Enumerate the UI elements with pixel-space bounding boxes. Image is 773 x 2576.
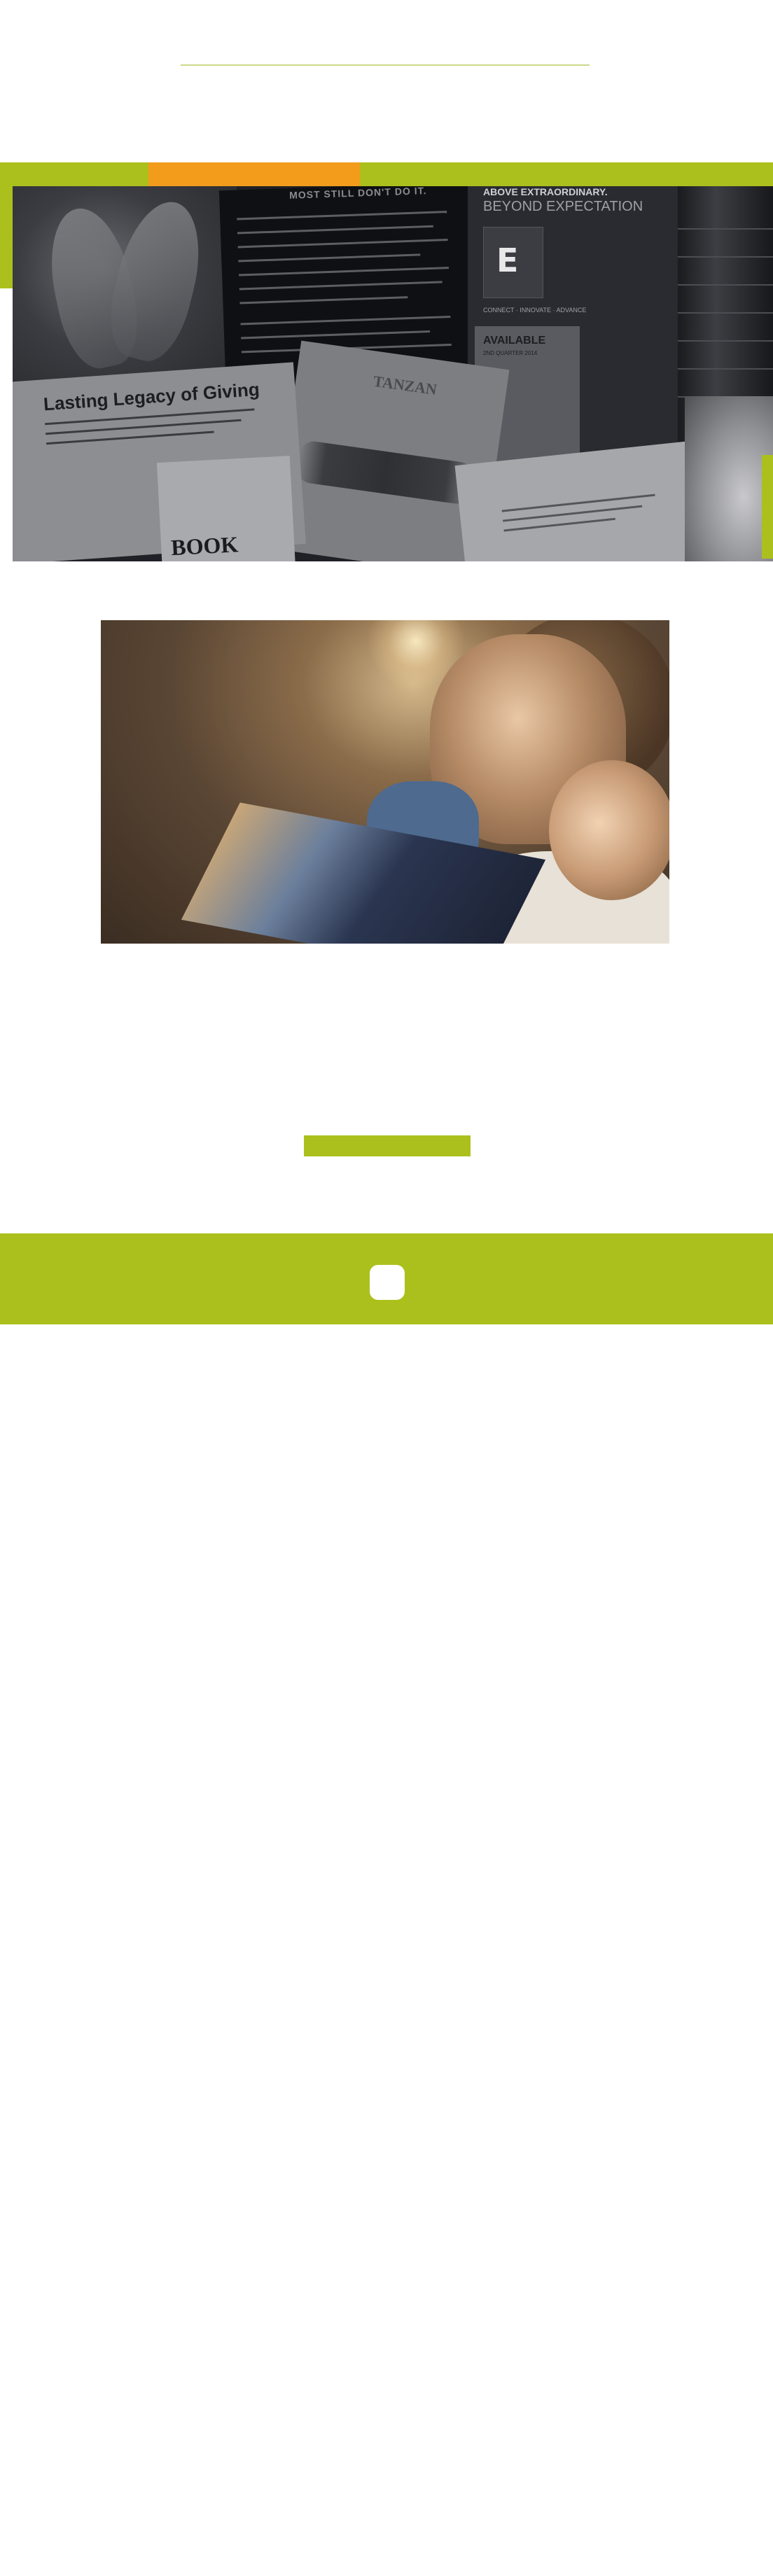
- brochure-tagline: CONNECT · INNOVATE · ADVANCE: [483, 307, 587, 314]
- collage-hands-image: [13, 186, 237, 396]
- right-accent-bar: [762, 455, 773, 559]
- available-label: AVAILABLE: [483, 335, 546, 346]
- tanzania-title: TANZAN: [372, 372, 438, 399]
- collage-book: BOOK: [156, 456, 296, 561]
- top-divider: [181, 64, 590, 66]
- accent-band-orange: [148, 162, 360, 188]
- left-accent-bar: [0, 162, 13, 288]
- available-sub: 2ND QUARTER 2014: [483, 350, 538, 356]
- reading-photo: [101, 620, 669, 944]
- brochure-subheading: BEYOND EXPECTATION: [483, 199, 643, 214]
- square-icon[interactable]: [370, 1265, 405, 1300]
- brochure-heading: ABOVE EXTRAORDINARY.: [483, 186, 608, 197]
- portfolio-collage: MOST STILL DON'T DO IT. ABOVE EXTRAORDIN…: [13, 186, 773, 561]
- book-title: BOOK: [170, 531, 239, 561]
- brochure-logo: E: [483, 227, 543, 298]
- animals-illustration: [295, 440, 475, 506]
- accent-band-green: [0, 162, 773, 188]
- cta-button[interactable]: [304, 1135, 471, 1156]
- collage-face-image: [685, 396, 773, 561]
- doc-title: MOST STILL DON'T DO IT.: [288, 186, 427, 201]
